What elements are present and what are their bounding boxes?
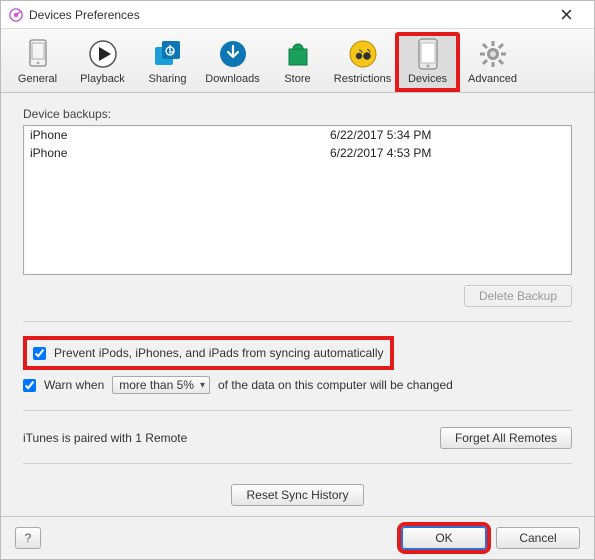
playback-icon xyxy=(83,37,123,71)
separator xyxy=(23,410,572,411)
prevent-sync-label: Prevent iPods, iPhones, and iPads from s… xyxy=(54,346,384,360)
preferences-window: Devices Preferences General Playback Sha… xyxy=(0,0,595,560)
backup-row-date: 6/22/2017 4:53 PM xyxy=(330,146,565,160)
backup-row-name: iPhone xyxy=(30,128,330,142)
remotes-status: iTunes is paired with 1 Remote xyxy=(23,431,187,445)
window-title: Devices Preferences xyxy=(29,8,546,22)
store-icon xyxy=(278,37,318,71)
tab-sharing[interactable]: Sharing xyxy=(135,32,200,92)
itunes-icon xyxy=(9,8,23,22)
separator xyxy=(23,321,572,322)
titlebar: Devices Preferences xyxy=(1,1,594,29)
content-area: Device backups: iPhone 6/22/2017 5:34 PM… xyxy=(1,93,594,516)
tab-general[interactable]: General xyxy=(5,32,70,92)
sharing-icon xyxy=(148,37,188,71)
tab-advanced[interactable]: Advanced xyxy=(460,32,525,92)
tab-devices[interactable]: Devices xyxy=(395,32,460,92)
tab-restrictions[interactable]: Restrictions xyxy=(330,32,395,92)
reset-sync-history-button[interactable]: Reset Sync History xyxy=(231,484,363,506)
tab-label: Advanced xyxy=(468,73,517,85)
separator xyxy=(23,463,572,464)
backup-row[interactable]: iPhone 6/22/2017 5:34 PM xyxy=(24,126,571,144)
cancel-button[interactable]: Cancel xyxy=(496,527,580,549)
tab-label: Downloads xyxy=(205,73,259,85)
tab-label: Sharing xyxy=(149,73,187,85)
advanced-icon xyxy=(473,37,513,71)
tab-label: Store xyxy=(284,73,310,85)
tab-downloads[interactable]: Downloads xyxy=(200,32,265,92)
tab-store[interactable]: Store xyxy=(265,32,330,92)
chevron-down-icon: ▾ xyxy=(200,380,205,391)
backups-label: Device backups: xyxy=(23,107,572,121)
tab-label: Devices xyxy=(408,73,447,85)
prevent-sync-row: Prevent iPods, iPhones, and iPads from s… xyxy=(23,336,394,370)
backup-list[interactable]: iPhone 6/22/2017 5:34 PM iPhone 6/22/201… xyxy=(23,125,572,275)
warn-threshold-value: more than 5% xyxy=(119,378,194,392)
tabs-toolbar: General Playback Sharing Downloads Store xyxy=(1,29,594,93)
backup-row-name: iPhone xyxy=(30,146,330,160)
ok-button[interactable]: OK xyxy=(402,527,486,549)
warn-when-tail: of the data on this computer will be cha… xyxy=(218,378,453,392)
warn-threshold-select[interactable]: more than 5% ▾ xyxy=(112,376,210,394)
tab-playback[interactable]: Playback xyxy=(70,32,135,92)
delete-backup-button[interactable]: Delete Backup xyxy=(464,285,572,307)
forget-remotes-button[interactable]: Forget All Remotes xyxy=(440,427,572,449)
general-icon xyxy=(18,37,58,71)
backup-row-date: 6/22/2017 5:34 PM xyxy=(330,128,565,142)
footer: ? OK Cancel xyxy=(1,516,594,559)
devices-icon xyxy=(408,37,448,71)
backup-row[interactable]: iPhone 6/22/2017 4:53 PM xyxy=(24,144,571,162)
tab-label: Playback xyxy=(80,73,125,85)
warn-when-label: Warn when xyxy=(44,378,104,392)
help-button[interactable]: ? xyxy=(15,527,41,549)
remotes-row: iTunes is paired with 1 Remote Forget Al… xyxy=(23,427,572,449)
close-button[interactable] xyxy=(546,7,586,23)
prevent-sync-checkbox[interactable] xyxy=(33,347,46,360)
tab-label: Restrictions xyxy=(334,73,391,85)
warn-when-row: Warn when more than 5% ▾ of the data on … xyxy=(23,374,572,396)
warn-when-checkbox[interactable] xyxy=(23,379,36,392)
downloads-icon xyxy=(213,37,253,71)
tab-label: General xyxy=(18,73,57,85)
restrictions-icon xyxy=(343,37,383,71)
